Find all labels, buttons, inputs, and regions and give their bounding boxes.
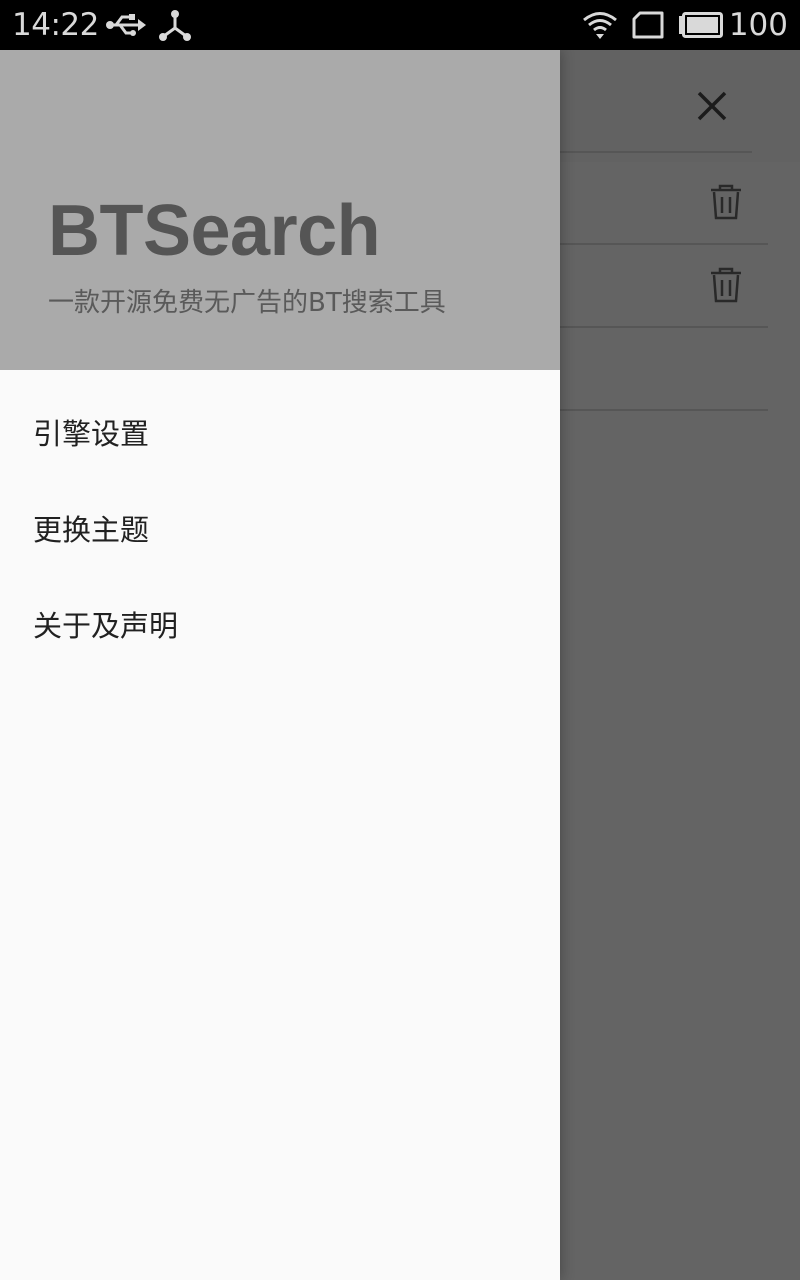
navigation-drawer: BTSearch 一款开源免费无广告的BT搜索工具 引擎设置 更换主题 关于及声…	[0, 50, 560, 1280]
screen: 14:22 100 BTSearch 一款开源免费无广告的BT搜索工具 引擎设置…	[0, 0, 800, 1280]
menu-item-label: 更换主题	[33, 513, 150, 547]
menu-item-change-theme[interactable]: 更换主题	[0, 482, 560, 578]
wifi-icon	[582, 10, 618, 44]
menu-item-label: 引擎设置	[33, 417, 150, 451]
menu-item-label: 关于及声明	[33, 609, 179, 643]
menu-item-engine-settings[interactable]: 引擎设置	[0, 386, 560, 482]
menu-item-about[interactable]: 关于及声明	[0, 578, 560, 674]
status-time: 14:22	[12, 7, 99, 43]
usb-icon	[104, 10, 148, 44]
status-bar: 14:22 100	[0, 0, 800, 50]
drawer-header: BTSearch 一款开源免费无广告的BT搜索工具	[0, 50, 560, 370]
battery-level: 100	[728, 7, 788, 43]
battery-icon	[678, 12, 724, 42]
sim-card-icon	[631, 11, 665, 43]
app-subtitle: 一款开源免费无广告的BT搜索工具	[48, 288, 446, 318]
app-title: BTSearch	[48, 191, 381, 271]
tether-icon	[158, 9, 192, 47]
